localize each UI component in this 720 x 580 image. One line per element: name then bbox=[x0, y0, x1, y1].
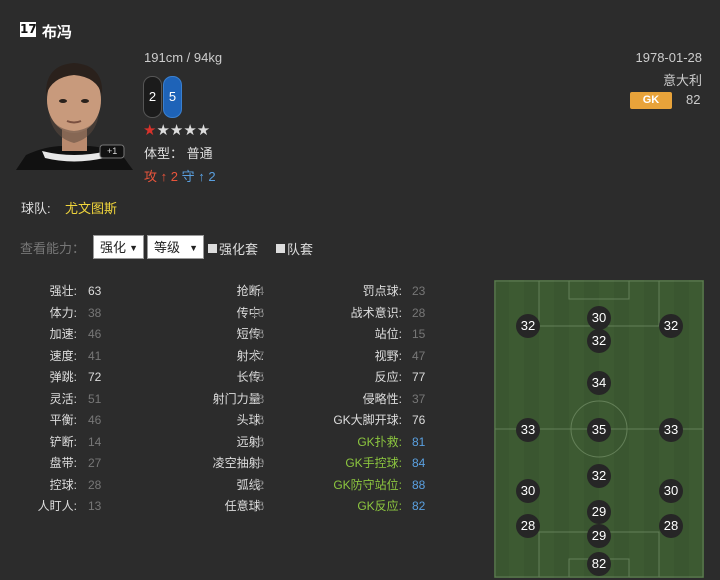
team-name[interactable]: 尤文图斯 bbox=[65, 198, 117, 217]
stat-value: 81 bbox=[412, 434, 426, 449]
stat-row: 站位: 15 bbox=[0, 326, 426, 342]
defense-value: 2 bbox=[208, 169, 216, 184]
stat-value: 15 bbox=[412, 327, 426, 341]
stat-label: 侵略性: bbox=[362, 391, 402, 406]
level-select[interactable]: 等级 ▼ bbox=[147, 235, 204, 259]
overall-rating: 82 bbox=[686, 92, 701, 107]
position-rating-node: 29 bbox=[587, 524, 611, 548]
stat-label: GK大脚开球: bbox=[333, 413, 402, 427]
stat-row: GK反应: 82 bbox=[0, 498, 425, 514]
enhance-select[interactable]: 强化 ▼ bbox=[93, 235, 144, 259]
work-rate: 攻 ↑ 2 守 ↑ 2 bbox=[144, 166, 216, 185]
position-rating-pitch: 32 30 32 32 34 33 35 33 32 30 30 29 28 28 29 82 bbox=[494, 280, 704, 578]
stat-value: 82 bbox=[412, 499, 426, 513]
defense-label: 守 bbox=[181, 169, 195, 184]
stat-value: 76 bbox=[412, 413, 426, 427]
level-select-value: 等级 bbox=[154, 240, 181, 255]
position-rating-node: 35 bbox=[587, 418, 611, 442]
stat-label: GK反应: bbox=[357, 499, 402, 513]
stat-value: 84 bbox=[412, 456, 426, 470]
arrow-up-icon: ↑ bbox=[198, 169, 205, 184]
body-type: 体型： 普通 bbox=[144, 146, 213, 161]
position-rating-node: 34 bbox=[587, 371, 611, 395]
stat-value: 77 bbox=[412, 370, 426, 384]
arrow-up-icon: ↑ bbox=[160, 169, 168, 184]
stat-label: 视野: bbox=[374, 348, 402, 363]
position-rating-node: 33 bbox=[659, 418, 683, 442]
stat-row: 战术意识: 28 bbox=[0, 305, 426, 321]
stat-value: 28 bbox=[412, 305, 426, 320]
stat-value: 47 bbox=[412, 348, 426, 363]
strong-foot-indicator: 5 bbox=[163, 76, 182, 118]
stat-row: 侵略性: 37 bbox=[0, 391, 426, 407]
stat-label: 战术意识: bbox=[350, 305, 402, 320]
position-rating-node: 28 bbox=[516, 514, 540, 538]
position-rating-node: 32 bbox=[587, 464, 611, 488]
stat-value: 88 bbox=[412, 477, 426, 492]
position-rating-node: 82 bbox=[587, 552, 611, 576]
avatar-plus-badge: +1 bbox=[107, 146, 118, 156]
stat-row: 罚点球: 23 bbox=[0, 283, 426, 299]
view-ability-label: 查看能力： bbox=[20, 241, 86, 256]
weak-foot-indicator: 2 bbox=[143, 76, 162, 118]
stat-row: GK扑救: 81 bbox=[0, 434, 425, 450]
stat-label: GK扑救: bbox=[357, 434, 402, 449]
position-rating-node: 29 bbox=[587, 500, 611, 524]
stat-value: 37 bbox=[412, 391, 426, 406]
checkbox-icon[interactable] bbox=[208, 244, 217, 253]
stat-row: GK防守站位: 88 bbox=[0, 477, 425, 493]
stat-row: GK手控球: 84 bbox=[0, 455, 425, 471]
position-badge: GK bbox=[630, 92, 672, 109]
position-rating-node: 33 bbox=[516, 418, 540, 442]
skill-stars: ★★★★★ bbox=[143, 121, 210, 139]
position-rating-node: 32 bbox=[587, 329, 611, 353]
team-set-label: 队套 bbox=[287, 242, 314, 257]
chevron-down-icon: ▼ bbox=[129, 243, 138, 253]
position-rating-node: 30 bbox=[587, 306, 611, 330]
season-badge: 17 bbox=[20, 22, 37, 37]
stat-row: 反应: 77 bbox=[0, 369, 426, 385]
stat-row: 视野: 47 bbox=[0, 348, 426, 364]
enhance-set-checkbox[interactable]: 强化套 bbox=[208, 239, 258, 258]
stat-label: GK手控球: bbox=[345, 456, 402, 470]
stat-row: GK大脚开球: 76 bbox=[0, 412, 425, 428]
stat-label: GK防守站位: bbox=[333, 477, 402, 492]
stat-value: 23 bbox=[412, 284, 426, 298]
position-rating-node: 32 bbox=[659, 314, 683, 338]
position-rating-node: 30 bbox=[516, 479, 540, 503]
birth-date: 1978-01-28 bbox=[635, 50, 703, 65]
team-label: 球队: bbox=[21, 201, 51, 216]
stat-label: 反应: bbox=[374, 370, 402, 384]
height-weight: 191cm / 94kg bbox=[144, 50, 223, 65]
star-icon: ★★★★ bbox=[156, 122, 211, 139]
stat-label: 站位: bbox=[374, 327, 402, 341]
position-rating-node: 30 bbox=[659, 479, 683, 503]
checkbox-icon[interactable] bbox=[276, 244, 285, 253]
position-rating-node: 32 bbox=[516, 314, 540, 338]
star-icon-filled: ★ bbox=[143, 122, 157, 139]
chevron-down-icon: ▼ bbox=[189, 243, 198, 253]
position-rating-node: 28 bbox=[659, 514, 683, 538]
attack-value: 2 bbox=[170, 169, 178, 184]
enhance-set-label: 强化套 bbox=[219, 242, 259, 257]
attack-label: 攻 bbox=[144, 169, 158, 184]
player-name: 布冯 bbox=[42, 24, 73, 41]
nationality: 意大利 bbox=[662, 73, 702, 88]
stat-label: 罚点球: bbox=[362, 284, 402, 298]
enhance-select-value: 强化 bbox=[100, 240, 127, 255]
player-avatar: +1 bbox=[12, 55, 137, 170]
team-set-checkbox[interactable]: 队套 bbox=[276, 239, 313, 258]
